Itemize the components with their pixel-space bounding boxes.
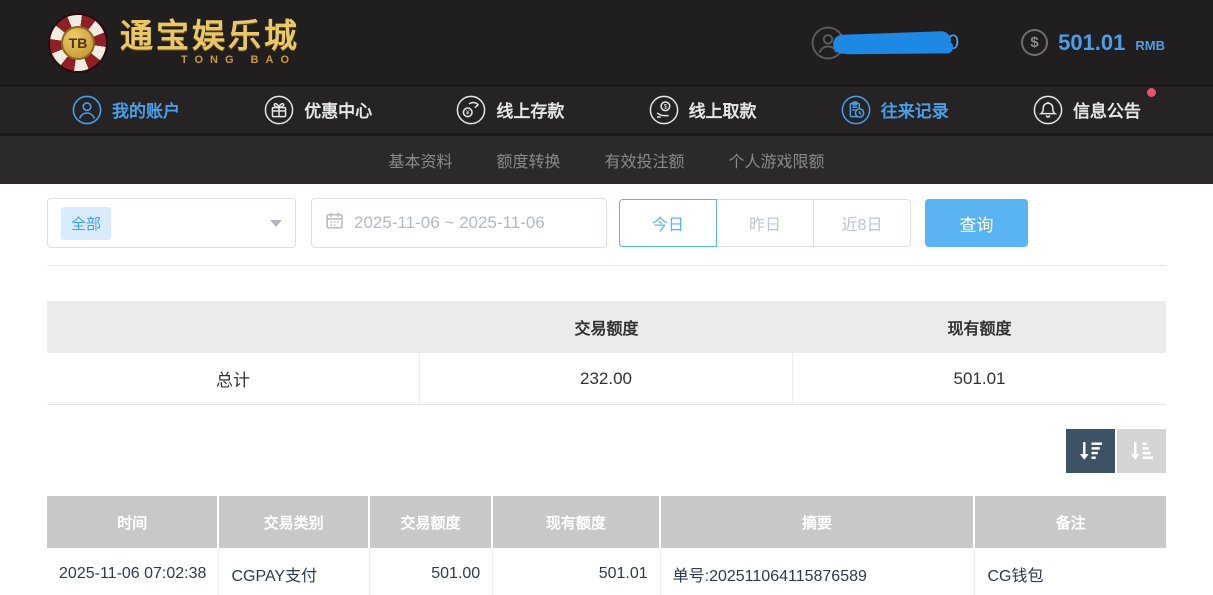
summary-total-row: 总计 232.00 501.01 (47, 353, 1166, 405)
col-header-balance: 现有额度 (493, 496, 660, 548)
chevron-down-icon (270, 220, 282, 227)
user-account[interactable]: 0 (811, 26, 959, 60)
nav-item-transaction-records[interactable]: 往来记录 (841, 95, 949, 125)
notification-dot (1147, 88, 1156, 97)
summary-table: 交易额度 现有额度 总计 232.00 501.01 (47, 301, 1166, 405)
table-row: 2025-11-06 07:02:38 CGPAY支付 501.00 501.0… (47, 548, 1166, 595)
user-icon (72, 95, 102, 125)
site-title: 通宝娱乐城 (120, 19, 300, 54)
cell-balance: 501.01 (493, 548, 660, 595)
svg-text:¥: ¥ (466, 109, 470, 116)
filter-row: 全部 2025-11-06 ~ 2025-11-06 今日 昨日 近8日 查询 (47, 198, 1166, 248)
col-header-summary: 摘要 (661, 496, 976, 548)
nav-item-my-account[interactable]: 我的账户 (72, 95, 180, 125)
balance-amount: 501.01 (1058, 30, 1125, 56)
yesterday-button[interactable]: 昨日 (716, 199, 814, 247)
calendar-icon (325, 211, 344, 235)
col-header-remark: 备注 (975, 496, 1166, 548)
nav-item-promotions[interactable]: 优惠中心 (264, 95, 372, 125)
col-header-time: 时间 (47, 496, 219, 548)
cell-remark: CG钱包 (975, 548, 1166, 595)
top-header: TB 通宝娱乐城 TONG BAO 0 $ 501.01 RMB (0, 0, 1213, 86)
summary-transaction-amount: 232.00 (420, 353, 793, 404)
quick-date-button-group: 今日 昨日 近8日 (619, 199, 911, 247)
site-subtitle: TONG BAO (181, 54, 296, 66)
balance-currency: RMB (1135, 38, 1165, 53)
subnav-item-valid-bets[interactable]: 有效投注额 (605, 148, 685, 172)
redacted-username-scribble (833, 31, 952, 54)
cell-amount: 501.00 (370, 548, 493, 595)
cell-summary: 单号:202511064115876589 (661, 548, 976, 595)
records-clipboard-icon (841, 95, 871, 125)
selected-type-tag[interactable]: 全部 (61, 207, 111, 240)
last-8-days-button[interactable]: 近8日 (813, 199, 911, 247)
subnav-item-basic-info[interactable]: 基本资料 (388, 148, 452, 172)
date-range-input[interactable]: 2025-11-06 ~ 2025-11-06 (311, 198, 607, 248)
summary-table-header: 交易额度 现有额度 (47, 301, 1166, 353)
query-button[interactable]: 查询 (925, 199, 1028, 247)
cell-type: CGPAY支付 (219, 548, 369, 595)
sort-descending-button[interactable] (1066, 429, 1115, 473)
gift-icon (264, 95, 294, 125)
poker-chip-icon: TB (48, 13, 108, 73)
bell-icon (1033, 95, 1063, 125)
sub-nav: 基本资料 额度转换 有效投注额 个人游戏限额 (0, 136, 1213, 184)
cell-time: 2025-11-06 07:02:38 (47, 548, 219, 595)
sort-ascending-button[interactable] (1117, 429, 1166, 473)
main-nav: 我的账户 优惠中心 ¥ 线上存款 $ (0, 86, 1213, 136)
col-header-amount: 交易额度 (370, 496, 493, 548)
type-select[interactable]: 全部 (47, 198, 296, 248)
nav-item-announcements[interactable]: 信息公告 (1033, 95, 1141, 125)
nav-item-withdraw[interactable]: $ 线上取款 (649, 95, 757, 125)
subnav-item-game-limits[interactable]: 个人游戏限额 (729, 148, 825, 172)
today-button[interactable]: 今日 (619, 199, 717, 247)
dollar-icon: $ (1021, 29, 1048, 56)
records-table-header: 时间 交易类别 交易额度 现有额度 摘要 备注 (47, 496, 1166, 548)
chip-monogram: TB (61, 26, 95, 60)
summary-header-empty (47, 301, 420, 353)
summary-total-label: 总计 (47, 353, 420, 404)
header-right: 0 $ 501.01 RMB (811, 26, 1165, 60)
date-range-value: 2025-11-06 ~ 2025-11-06 (354, 213, 545, 233)
brand-logo[interactable]: TB 通宝娱乐城 TONG BAO (48, 13, 300, 73)
deposit-icon: ¥ (456, 95, 486, 125)
balance-display[interactable]: $ 501.01 RMB (1021, 29, 1165, 56)
content-area: 全部 2025-11-06 ~ 2025-11-06 今日 昨日 近8日 查询 (0, 184, 1213, 595)
subnav-item-quota-transfer[interactable]: 额度转换 (496, 148, 560, 172)
records-table: 时间 交易类别 交易额度 现有额度 摘要 备注 2025-11-06 07:02… (47, 496, 1166, 595)
summary-header-current-balance: 现有额度 (793, 301, 1166, 353)
summary-header-transaction-amount: 交易额度 (420, 301, 793, 353)
nav-item-deposit[interactable]: ¥ 线上存款 (456, 95, 564, 125)
svg-text:$: $ (663, 103, 667, 110)
section-divider (47, 265, 1166, 266)
logo-text: 通宝娱乐城 TONG BAO (120, 19, 300, 66)
withdraw-icon: $ (649, 95, 679, 125)
sort-controls (47, 429, 1166, 473)
col-header-type: 交易类别 (219, 496, 369, 548)
summary-current-balance: 501.01 (793, 353, 1166, 404)
